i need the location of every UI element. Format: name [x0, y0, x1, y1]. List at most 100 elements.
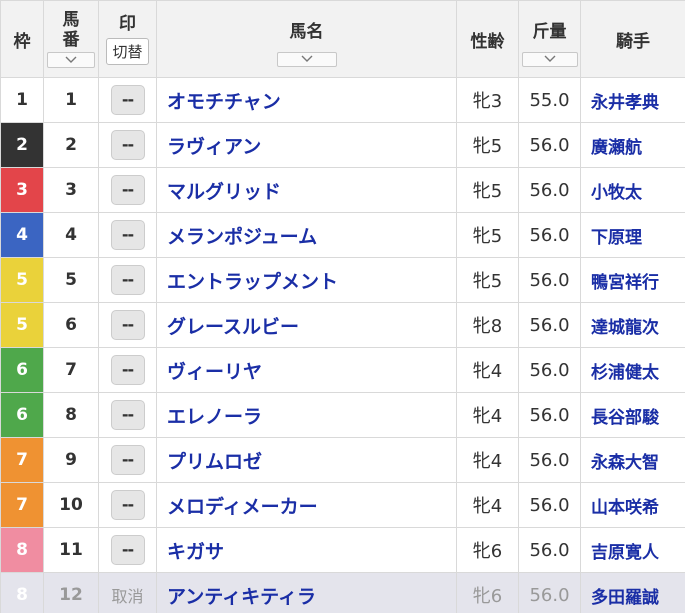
- scratched-label: 取消: [111, 587, 144, 606]
- table-row: 7 9 -- プリムロゼ 牝4 56.0 永森大智: [0, 437, 685, 483]
- jockey-cell: 多田羅誠: [580, 572, 685, 613]
- chevron-down-icon: [65, 56, 77, 63]
- sex-age-cell: 牝5: [456, 167, 519, 213]
- mark-switch-button[interactable]: 切替: [106, 37, 149, 65]
- header-sex-age-label: 性齢: [470, 31, 505, 52]
- header-mark: 印 切替: [98, 0, 157, 78]
- jockey-name-link[interactable]: 山本咲希: [591, 498, 659, 518]
- mark-cell: --: [98, 302, 157, 348]
- mark-select-button[interactable]: --: [110, 265, 145, 295]
- jockey-name-link[interactable]: 杉浦健太: [591, 363, 659, 383]
- jockey-name-link[interactable]: 廣瀬航: [591, 138, 642, 158]
- horse-name-link[interactable]: ラヴィアン: [167, 136, 261, 158]
- jockey-cell: 永森大智: [580, 437, 685, 483]
- jockey-name-link[interactable]: 吉原寛人: [591, 543, 659, 563]
- table-row: 7 10 -- メロディメーカー 牝4 56.0 山本咲希: [0, 482, 685, 528]
- jockey-name-link[interactable]: 達城龍次: [591, 318, 659, 338]
- horse-name-cell: マルグリッド: [156, 167, 457, 213]
- horse-name-link[interactable]: マルグリッド: [167, 181, 281, 203]
- horse-name-link[interactable]: キガサ: [167, 541, 224, 563]
- weight-cell: 56.0: [518, 302, 581, 348]
- jockey-cell: 鴨宮祥行: [580, 257, 685, 303]
- waku-cell: 1: [0, 77, 44, 123]
- jockey-name-link[interactable]: 永井孝典: [591, 93, 659, 113]
- jockey-cell: 長谷部駿: [580, 392, 685, 438]
- sex-age-cell: 牝3: [456, 77, 519, 123]
- horse-name-link[interactable]: アンティキティラ: [167, 586, 316, 608]
- mark-select-button[interactable]: --: [110, 445, 145, 475]
- horse-name-link[interactable]: プリムロゼ: [167, 451, 262, 473]
- mark-cell: --: [98, 167, 157, 213]
- header-waku-label: 枠: [13, 31, 31, 52]
- sex-age-cell: 牝6: [456, 572, 519, 613]
- jockey-name-link[interactable]: 下原理: [591, 228, 642, 248]
- entry-table-body: 1 1 -- オモチチャン 牝3 55.0 永井孝典 2 2 -- ラヴィアン …: [0, 77, 685, 613]
- jockey-name-link[interactable]: 長谷部駿: [591, 408, 659, 428]
- umaban-cell: 10: [43, 482, 99, 528]
- sex-age-cell: 牝5: [456, 257, 519, 303]
- mark-select-button[interactable]: --: [110, 400, 145, 430]
- header-name: 馬名: [156, 0, 457, 78]
- jockey-cell: 廣瀬航: [580, 122, 685, 168]
- waku-cell: 5: [0, 302, 44, 348]
- umaban-sort-button[interactable]: [47, 52, 95, 68]
- header-sex-age: 性齢: [456, 0, 519, 78]
- table-row: 8 11 -- キガサ 牝6 56.0 吉原寛人: [0, 527, 685, 573]
- table-row: 4 4 -- メランポジューム 牝5 56.0 下原理: [0, 212, 685, 258]
- waku-cell: 3: [0, 167, 44, 213]
- waku-cell: 2: [0, 122, 44, 168]
- jockey-name-link[interactable]: 永森大智: [591, 453, 659, 473]
- header-weight: 斤量: [518, 0, 581, 78]
- mark-select-button[interactable]: --: [110, 220, 145, 250]
- header-waku: 枠: [0, 0, 44, 78]
- horse-name-link[interactable]: ヴィーリヤ: [167, 361, 262, 383]
- waku-cell: 6: [0, 347, 44, 393]
- mark-select-button[interactable]: --: [110, 490, 145, 520]
- mark-cell: --: [98, 392, 157, 438]
- header-jockey: 騎手: [580, 0, 685, 78]
- weight-cell: 56.0: [518, 347, 581, 393]
- header-umaban-label-bottom: 番: [62, 30, 80, 50]
- horse-name-cell: オモチチャン: [156, 77, 457, 123]
- header-umaban-label-top: 馬: [62, 10, 80, 30]
- jockey-cell: 杉浦健太: [580, 347, 685, 393]
- horse-name-link[interactable]: メランポジューム: [167, 226, 317, 248]
- horse-name-cell: エントラップメント: [156, 257, 457, 303]
- table-row: 8 12 取消 アンティキティラ 牝6 56.0 多田羅誠: [0, 572, 685, 613]
- jockey-name-link[interactable]: 鴨宮祥行: [591, 273, 659, 293]
- umaban-cell: 1: [43, 77, 99, 123]
- sex-age-cell: 牝8: [456, 302, 519, 348]
- mark-select-button[interactable]: --: [110, 175, 145, 205]
- mark-select-button[interactable]: --: [110, 85, 145, 115]
- jockey-name-link[interactable]: 多田羅誠: [591, 588, 659, 608]
- table-row: 6 8 -- エレノーラ 牝4 56.0 長谷部駿: [0, 392, 685, 438]
- mark-select-button[interactable]: --: [110, 355, 145, 385]
- umaban-cell: 11: [43, 527, 99, 573]
- weight-sort-button[interactable]: [521, 51, 578, 67]
- horse-name-link[interactable]: グレースルビー: [167, 316, 299, 338]
- horse-name-link[interactable]: メロディメーカー: [167, 496, 318, 518]
- mark-select-button[interactable]: --: [110, 130, 145, 160]
- mark-cell: --: [98, 482, 157, 528]
- waku-cell: 7: [0, 482, 44, 528]
- weight-cell: 56.0: [518, 392, 581, 438]
- sex-age-cell: 牝5: [456, 122, 519, 168]
- horse-name-cell: メロディメーカー: [156, 482, 457, 528]
- weight-cell: 56.0: [518, 527, 581, 573]
- horse-name-link[interactable]: オモチチャン: [167, 91, 281, 113]
- mark-select-button[interactable]: --: [110, 310, 145, 340]
- jockey-cell: 達城龍次: [580, 302, 685, 348]
- name-sort-button[interactable]: [276, 51, 337, 67]
- sex-age-cell: 牝5: [456, 212, 519, 258]
- horse-name-link[interactable]: エントラップメント: [167, 271, 338, 293]
- table-row: 2 2 -- ラヴィアン 牝5 56.0 廣瀬航: [0, 122, 685, 168]
- weight-cell: 56.0: [518, 572, 581, 613]
- mark-select-button[interactable]: --: [110, 535, 145, 565]
- jockey-cell: 山本咲希: [580, 482, 685, 528]
- jockey-cell: 下原理: [580, 212, 685, 258]
- horse-name-link[interactable]: エレノーラ: [167, 406, 262, 428]
- jockey-name-link[interactable]: 小牧太: [591, 183, 642, 203]
- horse-name-cell: プリムロゼ: [156, 437, 457, 483]
- header-name-label: 馬名: [289, 21, 324, 42]
- mark-cell: --: [98, 437, 157, 483]
